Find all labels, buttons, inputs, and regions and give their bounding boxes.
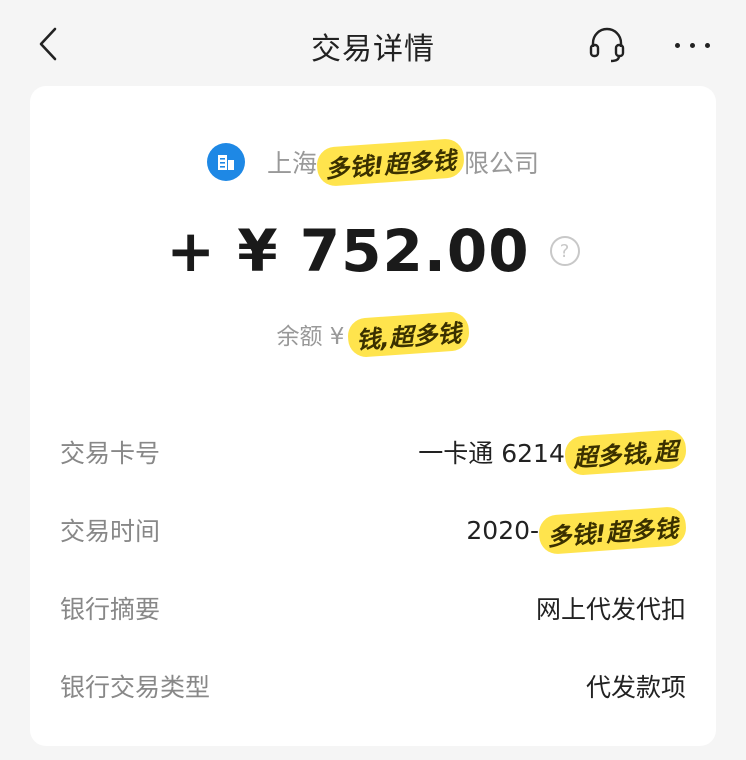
page-title: 交易详情 <box>311 32 435 67</box>
detail-row-bank-type: 银行交易类型 代发款项 <box>60 666 686 706</box>
detail-value: 网上代发代扣 <box>535 595 686 624</box>
detail-label: 交易时间 <box>60 517 161 546</box>
detail-row-bank-summary: 银行摘要 网上代发代扣 <box>60 588 686 628</box>
balance-label: 余额 ¥ <box>276 324 345 350</box>
balance-redaction: 钱,超多钱 <box>347 310 471 358</box>
detail-value: 一卡通 6214 超多钱,超 <box>418 428 688 476</box>
detail-label: 银行摘要 <box>60 595 161 624</box>
time-redaction: 多钱!超多钱 <box>537 505 688 555</box>
balance-row: 余额 ¥ 钱,超多钱 <box>30 310 716 358</box>
headset-icon <box>589 27 625 63</box>
card-number-redaction: 超多钱,超 <box>563 428 688 476</box>
amount-row: + ¥ 752.00 ? <box>30 214 716 288</box>
transaction-amount: + ¥ 752.00 <box>166 217 530 285</box>
navigation-bar: 交易详情 <box>0 0 746 88</box>
merchant-name-suffix: 限公司 <box>463 149 539 178</box>
customer-service-button[interactable] <box>584 22 630 68</box>
detail-row-time: 交易时间 2020- 多钱!超多钱 <box>60 505 688 555</box>
building-icon <box>207 143 245 181</box>
card-number-visible: 一卡通 6214 <box>418 439 565 468</box>
more-button[interactable] <box>664 22 720 68</box>
detail-value: 2020- 多钱!超多钱 <box>466 505 688 555</box>
merchant-name: 上海 多钱!超多钱 限公司 <box>267 137 539 187</box>
time-visible: 2020- <box>466 515 540 545</box>
detail-label: 交易卡号 <box>60 439 161 468</box>
detail-value: 代发款项 <box>585 673 686 702</box>
detail-row-card-number: 交易卡号 一卡通 6214 超多钱,超 <box>60 428 688 476</box>
transaction-card: 上海 多钱!超多钱 限公司 + ¥ 752.00 ? 余额 ¥ 钱,超多钱 交易… <box>30 86 716 746</box>
merchant-name-prefix: 上海 <box>267 149 318 178</box>
detail-label: 银行交易类型 <box>60 673 211 702</box>
merchant-row: 上海 多钱!超多钱 限公司 <box>30 137 716 187</box>
question-circle-icon[interactable]: ? <box>549 236 580 266</box>
more-horizontal-icon <box>674 42 710 48</box>
merchant-name-redaction: 多钱!超多钱 <box>315 137 466 187</box>
